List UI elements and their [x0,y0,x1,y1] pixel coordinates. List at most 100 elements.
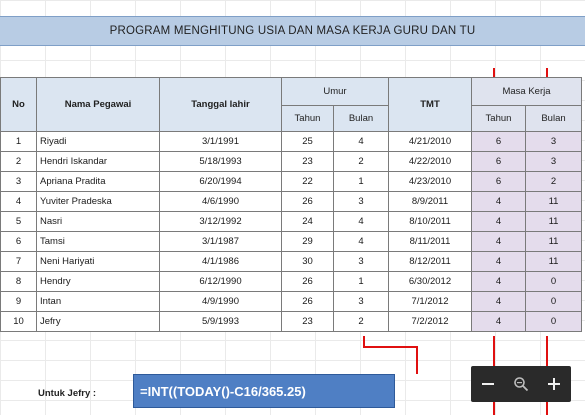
cell-masa-kerja-bulan[interactable]: 11 [525,191,582,212]
cell-umur-tahun[interactable]: 26 [281,271,334,292]
cell-umur-bulan[interactable]: 3 [333,291,389,312]
cell-nama-pegawai[interactable]: Intan [36,291,160,312]
cell-umur-bulan[interactable]: 4 [333,231,389,252]
cell-umur-tahun[interactable]: 24 [281,211,334,232]
cell-umur-tahun[interactable]: 23 [281,311,334,332]
cell-tanggal-lahir[interactable]: 5/18/1993 [159,151,282,172]
cell-no[interactable]: 1 [0,131,37,152]
table-row: 9 Intan 4/9/1990 26 3 7/1/2012 4 0 [0,291,582,312]
cell-umur-bulan[interactable]: 1 [333,171,389,192]
cell-tanggal-lahir[interactable]: 3/12/1992 [159,211,282,232]
cell-masa-kerja-bulan[interactable]: 2 [525,171,582,192]
cell-masa-kerja-bulan[interactable]: 3 [525,131,582,152]
cell-masa-kerja-tahun[interactable]: 4 [471,291,526,312]
cell-tmt[interactable]: 4/23/2010 [388,171,472,192]
cell-masa-kerja-tahun[interactable]: 4 [471,231,526,252]
cell-tmt[interactable]: 6/30/2012 [388,271,472,292]
cell-umur-tahun[interactable]: 29 [281,231,334,252]
header-tanggal-lahir[interactable]: Tanggal lahir [159,77,282,132]
cell-masa-kerja-tahun[interactable]: 6 [471,151,526,172]
cell-nama-pegawai[interactable]: Yuviter Pradeska [36,191,160,212]
cell-no[interactable]: 7 [0,251,37,272]
cell-no[interactable]: 5 [0,211,37,232]
zoom-reset-button[interactable] [508,371,534,397]
cell-tanggal-lahir[interactable]: 5/9/1993 [159,311,282,332]
cell-tmt[interactable]: 8/9/2011 [388,191,472,212]
cell-umur-bulan[interactable]: 4 [333,211,389,232]
cell-umur-bulan[interactable]: 2 [333,151,389,172]
cell-tmt[interactable]: 8/11/2011 [388,231,472,252]
header-umur[interactable]: Umur [281,77,389,106]
header-masa-kerja-bulan[interactable]: Bulan [525,105,582,132]
cell-tmt[interactable]: 4/21/2010 [388,131,472,152]
cell-tanggal-lahir[interactable]: 4/1/1986 [159,251,282,272]
table-row: 8 Hendry 6/12/1990 26 1 6/30/2012 4 0 [0,271,582,292]
cell-tmt[interactable]: 7/1/2012 [388,291,472,312]
cell-no[interactable]: 4 [0,191,37,212]
cell-masa-kerja-bulan[interactable]: 11 [525,231,582,252]
cell-tanggal-lahir[interactable]: 4/9/1990 [159,291,282,312]
cell-nama-pegawai[interactable]: Jefry [36,311,160,332]
header-masa-kerja[interactable]: Masa Kerja [471,77,582,106]
cell-tanggal-lahir[interactable]: 6/12/1990 [159,271,282,292]
zoom-out-button[interactable] [475,371,501,397]
cell-masa-kerja-bulan[interactable]: 0 [525,271,582,292]
cell-masa-kerja-bulan[interactable]: 3 [525,151,582,172]
cell-no[interactable]: 8 [0,271,37,292]
cell-umur-tahun[interactable]: 23 [281,151,334,172]
cell-no[interactable]: 2 [0,151,37,172]
table-row: 4 Yuviter Pradeska 4/6/1990 26 3 8/9/2011 4 11 [0,191,582,212]
cell-tmt[interactable]: 8/12/2011 [388,251,472,272]
header-no[interactable]: No [0,77,37,132]
cell-masa-kerja-tahun[interactable]: 6 [471,131,526,152]
cell-nama-pegawai[interactable]: Nasri [36,211,160,232]
cell-masa-kerja-bulan[interactable]: 11 [525,251,582,272]
cell-masa-kerja-bulan[interactable]: 0 [525,291,582,312]
cell-nama-pegawai[interactable]: Hendry [36,271,160,292]
cell-umur-bulan[interactable]: 4 [333,131,389,152]
cell-nama-pegawai[interactable]: Apriana Pradita [36,171,160,192]
cell-masa-kerja-tahun[interactable]: 4 [471,251,526,272]
magnifier-icon [514,377,529,392]
header-nama-pegawai[interactable]: Nama Pegawai [36,77,160,132]
cell-umur-bulan[interactable]: 3 [333,251,389,272]
cell-masa-kerja-tahun[interactable]: 6 [471,171,526,192]
zoom-in-button[interactable] [541,371,567,397]
cell-tanggal-lahir[interactable]: 6/20/1994 [159,171,282,192]
cell-tmt[interactable]: 7/2/2012 [388,311,472,332]
cell-masa-kerja-bulan[interactable]: 11 [525,211,582,232]
cell-masa-kerja-tahun[interactable]: 4 [471,191,526,212]
header-umur-tahun[interactable]: Tahun [281,105,334,132]
cell-umur-tahun[interactable]: 25 [281,131,334,152]
formula-text: =INT((TODAY()-C16/365.25) [140,383,306,399]
cell-no[interactable]: 6 [0,231,37,252]
cell-umur-tahun[interactable]: 26 [281,191,334,212]
cell-umur-tahun[interactable]: 30 [281,251,334,272]
cell-tanggal-lahir[interactable]: 3/1/1991 [159,131,282,152]
cell-masa-kerja-bulan[interactable]: 0 [525,311,582,332]
cell-nama-pegawai[interactable]: Neni Hariyati [36,251,160,272]
header-masa-kerja-tahun[interactable]: Tahun [471,105,526,132]
header-umur-bulan[interactable]: Bulan [333,105,389,132]
cell-no[interactable]: 3 [0,171,37,192]
cell-nama-pegawai[interactable]: Riyadi [36,131,160,152]
formula-box: =INT((TODAY()-C16/365.25) [133,374,395,408]
cell-umur-tahun[interactable]: 22 [281,171,334,192]
cell-umur-tahun[interactable]: 26 [281,291,334,312]
cell-tmt[interactable]: 4/22/2010 [388,151,472,172]
cell-nama-pegawai[interactable]: Tamsi [36,231,160,252]
cell-nama-pegawai[interactable]: Hendri Iskandar [36,151,160,172]
cell-masa-kerja-tahun[interactable]: 4 [471,311,526,332]
table-row: 6 Tamsi 3/1/1987 29 4 8/11/2011 4 11 [0,231,582,252]
cell-no[interactable]: 9 [0,291,37,312]
cell-no[interactable]: 10 [0,311,37,332]
header-tmt[interactable]: TMT [388,77,472,132]
cell-umur-bulan[interactable]: 3 [333,191,389,212]
cell-umur-bulan[interactable]: 2 [333,311,389,332]
cell-tanggal-lahir[interactable]: 4/6/1990 [159,191,282,212]
cell-masa-kerja-tahun[interactable]: 4 [471,271,526,292]
cell-umur-bulan[interactable]: 1 [333,271,389,292]
cell-masa-kerja-tahun[interactable]: 4 [471,211,526,232]
cell-tanggal-lahir[interactable]: 3/1/1987 [159,231,282,252]
cell-tmt[interactable]: 8/10/2011 [388,211,472,232]
